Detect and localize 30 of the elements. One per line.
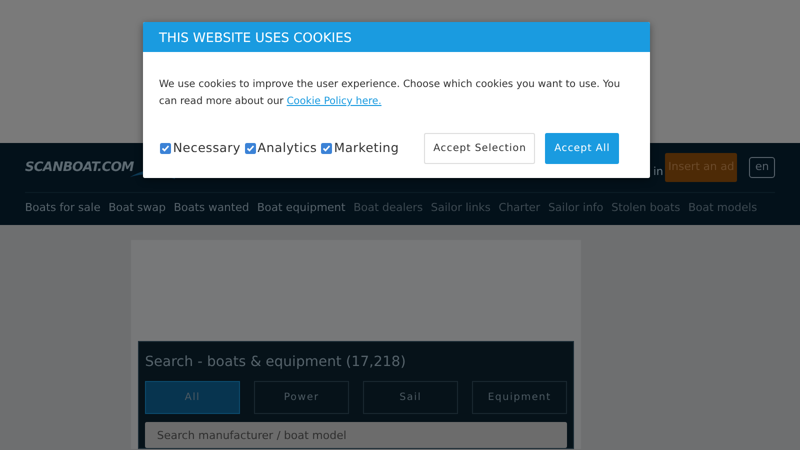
nav-link[interactable]: Sailor links	[430, 200, 491, 217]
login-link[interactable]: in	[653, 164, 664, 181]
language-button[interactable]: en	[749, 157, 775, 178]
nav-link[interactable]: Boat equipment	[257, 200, 346, 217]
search-field[interactable]: Search manufacturer / boat model	[145, 422, 567, 448]
category-tab[interactable]: Sail	[363, 381, 458, 414]
checkbox-label: Necessary	[173, 139, 241, 158]
checkbox[interactable]	[321, 143, 332, 154]
cookie-policy-link[interactable]: Cookie Policy here.	[286, 96, 382, 107]
logo[interactable]: SCANBOAT.COM	[25, 158, 134, 178]
nav-link[interactable]: Stolen boats	[611, 200, 680, 217]
nav-link[interactable]: Sailor info	[548, 200, 604, 217]
nav-link[interactable]: Boats for sale	[25, 200, 100, 217]
nav-link[interactable]: Boat models	[688, 200, 758, 217]
dialog-title: THIS WEBSITE USES COOKIES	[143, 22, 650, 52]
nav-link[interactable]: Boat swap	[108, 200, 166, 217]
category-tab[interactable]: Equipment	[472, 381, 567, 414]
nav-link[interactable]: Charter	[498, 200, 540, 217]
search-title: Search - boats & equipment (17,218)	[145, 353, 407, 372]
nav-link[interactable]: Boats wanted	[174, 200, 250, 217]
category-tab[interactable]: Power	[254, 381, 349, 414]
accept-all-button[interactable]: Accept All	[545, 133, 619, 164]
accept-selection-button[interactable]: Accept Selection	[424, 133, 536, 164]
nav-link[interactable]: Boat dealers	[353, 200, 423, 217]
checkbox[interactable]	[244, 143, 256, 154]
checkbox-label: Marketing	[334, 139, 399, 158]
dialog-text: We use cookies to improve the user experience. Choose which cookies you want to use. You can read more about our Cookie Policy here.	[158, 78, 622, 109]
checkbox[interactable]	[160, 143, 171, 154]
checkbox-label: Analytics	[258, 139, 317, 158]
category-tab[interactable]: All	[145, 381, 240, 414]
